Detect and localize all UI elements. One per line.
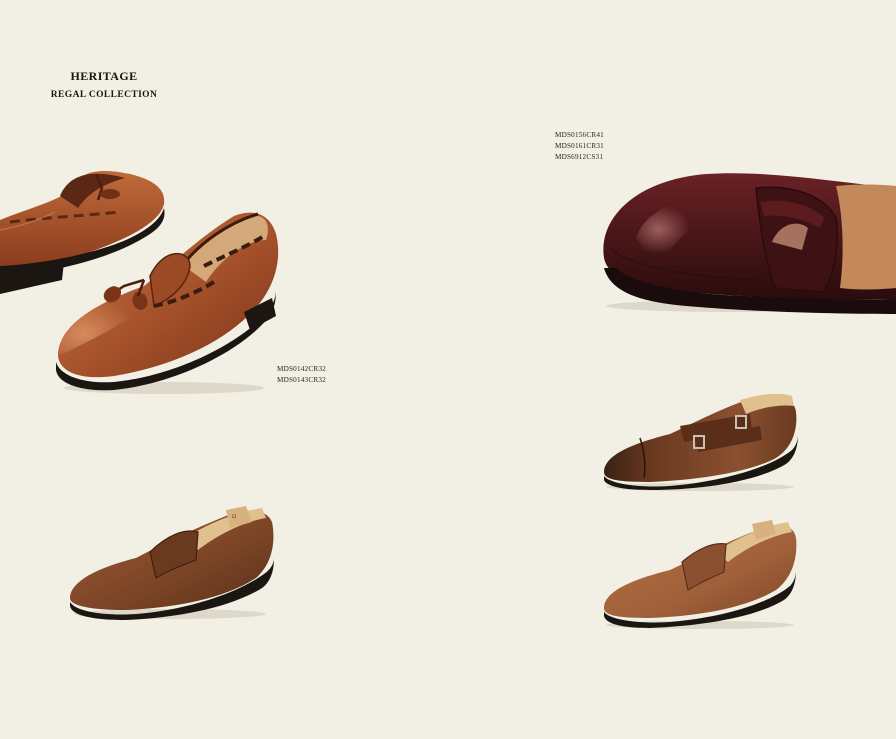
right-product-codes: MDS0156CR41 MDS0161CR31 MDS6912CS31 xyxy=(555,130,604,163)
svg-text:Ω: Ω xyxy=(232,514,237,520)
product-code: MDS0143CR32 xyxy=(277,376,326,384)
suede-penny-loafer-image xyxy=(600,518,800,630)
collection-title: HERITAGE xyxy=(70,69,138,83)
catalog-spread: HERITAGE REGAL COLLECTION MDS0142CR32 MD… xyxy=(0,0,896,739)
left-product-codes: MDS0142CR32 MDS0143CR32 xyxy=(277,364,326,386)
tassel-loafer-front-image xyxy=(54,206,284,394)
product-code: MDS0161CR31 xyxy=(555,142,604,150)
suede-penny-loafer-icon xyxy=(604,520,797,629)
tassel-loafer-icon xyxy=(56,212,279,394)
product-code: MDS0142CR32 xyxy=(277,365,326,373)
penny-loafer-icon: Ω xyxy=(70,506,274,620)
double-monk-strap-image xyxy=(600,390,800,492)
double-monk-strap-icon xyxy=(604,393,798,491)
product-code: MDS0156CR41 xyxy=(555,131,604,139)
product-code: MDS6912CS31 xyxy=(555,153,604,161)
penny-loafer-closeup-image xyxy=(596,168,896,314)
penny-loafer-closeup-icon xyxy=(603,173,896,314)
collection-subtitle: REGAL COLLECTION xyxy=(50,90,158,100)
penny-loafer-image: Ω xyxy=(66,502,278,620)
